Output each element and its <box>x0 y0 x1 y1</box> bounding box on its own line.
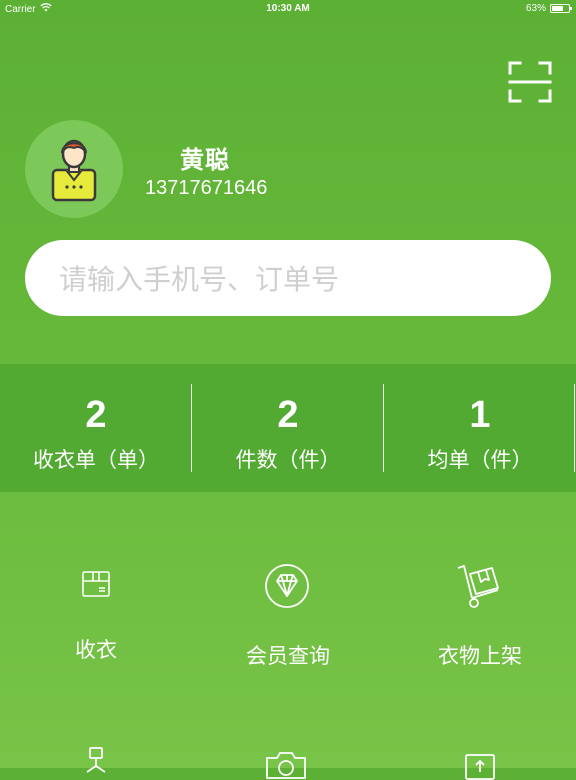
scan-icon <box>508 61 552 103</box>
diamond-icon <box>265 564 309 608</box>
stat-label: 收衣单（单） <box>33 448 159 472</box>
menu-item-receive[interactable]: 收衣 <box>0 560 192 670</box>
stat-value: 2 <box>85 394 107 436</box>
status-right: 63% <box>525 3 572 14</box>
stat-divider <box>574 384 575 472</box>
stat-value: 1 <box>469 394 491 436</box>
battery-icon <box>550 4 572 13</box>
battery-percent: 63% <box>525 3 546 14</box>
avatar[interactable] <box>25 120 123 218</box>
stat-label: 件数（件） <box>235 448 341 472</box>
menu-label: 会员查询 <box>246 644 330 668</box>
menu-label: 衣物上架 <box>438 644 522 668</box>
scan-button[interactable] <box>507 60 553 104</box>
status-bar: Carrier 10:30 AM 63% <box>0 0 576 18</box>
stat-value: 2 <box>277 394 299 436</box>
stats-bar: 2 收衣单（单） 2 件数（件） 1 均单（件） <box>0 364 576 492</box>
stat-average[interactable]: 1 均单（件） <box>384 364 576 492</box>
search-input[interactable] <box>57 258 521 300</box>
stat-label: 均单（件） <box>427 448 533 472</box>
menu-item-shelf[interactable]: 衣物上架 <box>384 560 576 670</box>
menu-item-5[interactable] <box>192 740 384 779</box>
stat-orders[interactable]: 2 收衣单（单） <box>0 364 192 492</box>
search-box[interactable] <box>25 240 551 316</box>
upload-icon <box>465 754 495 780</box>
hanger-icon <box>86 747 106 773</box>
user-avatar-icon <box>51 139 97 202</box>
status-time: 10:30 AM <box>266 3 310 14</box>
menu-item-member-query[interactable]: 会员查询 <box>192 560 384 670</box>
hand-truck-icon <box>457 565 499 608</box>
user-phone: 13717671646 <box>145 177 268 199</box>
menu-item-4[interactable] <box>0 740 192 773</box>
menu-label: 收衣 <box>75 638 117 662</box>
box-icon <box>82 571 110 597</box>
user-name: 黄聪 <box>180 146 230 174</box>
menu-item-6[interactable] <box>384 740 576 780</box>
stat-pieces[interactable]: 2 件数（件） <box>192 364 384 492</box>
camera-icon <box>266 752 306 779</box>
